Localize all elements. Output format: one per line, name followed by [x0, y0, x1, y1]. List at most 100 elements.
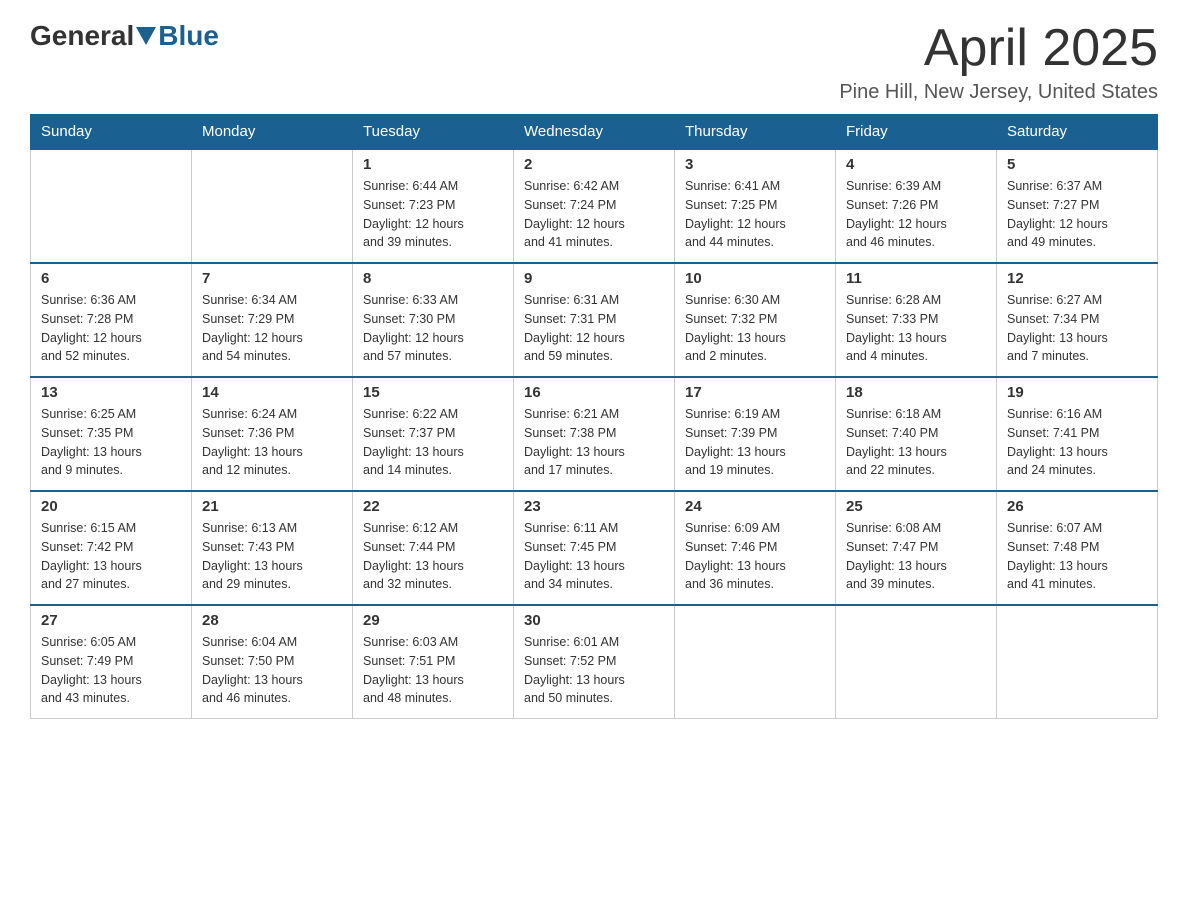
weekday-header-tuesday: Tuesday: [353, 115, 514, 150]
calendar-cell: 28 Sunrise: 6:04 AM Sunset: 7:50 PM Dayli…: [192, 605, 353, 719]
day-number: 30: [524, 612, 664, 629]
day-info: Sunrise: 6:05 AM Sunset: 7:49 PM Dayligh…: [41, 633, 181, 708]
calendar-cell: 17 Sunrise: 6:19 AM Sunset: 7:39 PM Dayli…: [675, 377, 836, 491]
day-info: Sunrise: 6:15 AM Sunset: 7:42 PM Dayligh…: [41, 519, 181, 594]
calendar-cell: 10 Sunrise: 6:30 AM Sunset: 7:32 PM Dayli…: [675, 263, 836, 377]
day-number: 18: [846, 384, 986, 401]
day-number: 2: [524, 156, 664, 173]
calendar-week-row: 20 Sunrise: 6:15 AM Sunset: 7:42 PM Dayli…: [31, 491, 1158, 605]
location-title: Pine Hill, New Jersey, United States: [839, 81, 1158, 104]
day-info: Sunrise: 6:01 AM Sunset: 7:52 PM Dayligh…: [524, 633, 664, 708]
day-info: Sunrise: 6:34 AM Sunset: 7:29 PM Dayligh…: [202, 291, 342, 366]
day-number: 17: [685, 384, 825, 401]
calendar-cell: 12Sunrise: 6:27 AM Sunset: 7:34 PM Dayli…: [997, 263, 1158, 377]
calendar-cell: 24 Sunrise: 6:09 AM Sunset: 7:46 PM Dayli…: [675, 491, 836, 605]
calendar-cell: 16Sunrise: 6:21 AM Sunset: 7:38 PM Dayli…: [514, 377, 675, 491]
day-number: 1: [363, 156, 503, 173]
calendar-cell: 1Sunrise: 6:44 AM Sunset: 7:23 PM Daylig…: [353, 149, 514, 263]
calendar-cell: 30 Sunrise: 6:01 AM Sunset: 7:52 PM Dayli…: [514, 605, 675, 719]
day-number: 12: [1007, 270, 1147, 287]
day-number: 8: [363, 270, 503, 287]
calendar-cell: 23 Sunrise: 6:11 AM Sunset: 7:45 PM Dayli…: [514, 491, 675, 605]
day-info: Sunrise: 6:12 AM Sunset: 7:44 PM Dayligh…: [363, 519, 503, 594]
calendar-cell: [31, 149, 192, 263]
calendar-cell: 14 Sunrise: 6:24 AM Sunset: 7:36 PM Dayli…: [192, 377, 353, 491]
weekday-header-thursday: Thursday: [675, 115, 836, 150]
logo-general-text: General: [30, 20, 134, 52]
day-number: 20: [41, 498, 181, 515]
day-number: 19: [1007, 384, 1147, 401]
calendar-week-row: 6 Sunrise: 6:36 AM Sunset: 7:28 PM Daylig…: [31, 263, 1158, 377]
weekday-header-saturday: Saturday: [997, 115, 1158, 150]
day-number: 9: [524, 270, 664, 287]
day-number: 29: [363, 612, 503, 629]
calendar-cell: 13Sunrise: 6:25 AM Sunset: 7:35 PM Dayli…: [31, 377, 192, 491]
calendar-cell: [192, 149, 353, 263]
calendar-cell: 4 Sunrise: 6:39 AM Sunset: 7:26 PM Daylig…: [836, 149, 997, 263]
day-number: 6: [41, 270, 181, 287]
weekday-header-wednesday: Wednesday: [514, 115, 675, 150]
weekday-header-sunday: Sunday: [31, 115, 192, 150]
calendar-table: SundayMondayTuesdayWednesdayThursdayFrid…: [30, 114, 1158, 719]
day-info: Sunrise: 6:09 AM Sunset: 7:46 PM Dayligh…: [685, 519, 825, 594]
calendar-cell: 3Sunrise: 6:41 AM Sunset: 7:25 PM Daylig…: [675, 149, 836, 263]
day-number: 4: [846, 156, 986, 173]
logo-blue-text: Blue: [158, 20, 219, 52]
day-info: Sunrise: 6:18 AM Sunset: 7:40 PM Dayligh…: [846, 405, 986, 480]
day-number: 7: [202, 270, 342, 287]
calendar-cell: 7 Sunrise: 6:34 AM Sunset: 7:29 PM Daylig…: [192, 263, 353, 377]
day-number: 23: [524, 498, 664, 515]
weekday-header-friday: Friday: [836, 115, 997, 150]
day-number: 15: [363, 384, 503, 401]
calendar-cell: 11 Sunrise: 6:28 AM Sunset: 7:33 PM Dayli…: [836, 263, 997, 377]
weekday-header-monday: Monday: [192, 115, 353, 150]
page-header: General Blue April 2025 Pine Hill, New J…: [30, 20, 1158, 104]
calendar-cell: [997, 605, 1158, 719]
day-info: Sunrise: 6:30 AM Sunset: 7:32 PM Dayligh…: [685, 291, 825, 366]
calendar-week-row: 1Sunrise: 6:44 AM Sunset: 7:23 PM Daylig…: [31, 149, 1158, 263]
day-number: 21: [202, 498, 342, 515]
day-info: Sunrise: 6:19 AM Sunset: 7:39 PM Dayligh…: [685, 405, 825, 480]
day-info: Sunrise: 6:11 AM Sunset: 7:45 PM Dayligh…: [524, 519, 664, 594]
day-info: Sunrise: 6:22 AM Sunset: 7:37 PM Dayligh…: [363, 405, 503, 480]
day-info: Sunrise: 6:08 AM Sunset: 7:47 PM Dayligh…: [846, 519, 986, 594]
day-number: 5: [1007, 156, 1147, 173]
day-number: 28: [202, 612, 342, 629]
calendar-cell: 29Sunrise: 6:03 AM Sunset: 7:51 PM Dayli…: [353, 605, 514, 719]
day-info: Sunrise: 6:25 AM Sunset: 7:35 PM Dayligh…: [41, 405, 181, 480]
day-number: 14: [202, 384, 342, 401]
day-number: 11: [846, 270, 986, 287]
day-info: Sunrise: 6:07 AM Sunset: 7:48 PM Dayligh…: [1007, 519, 1147, 594]
day-info: Sunrise: 6:36 AM Sunset: 7:28 PM Dayligh…: [41, 291, 181, 366]
day-info: Sunrise: 6:33 AM Sunset: 7:30 PM Dayligh…: [363, 291, 503, 366]
calendar-cell: 27Sunrise: 6:05 AM Sunset: 7:49 PM Dayli…: [31, 605, 192, 719]
day-number: 3: [685, 156, 825, 173]
day-info: Sunrise: 6:42 AM Sunset: 7:24 PM Dayligh…: [524, 177, 664, 252]
calendar-cell: 19Sunrise: 6:16 AM Sunset: 7:41 PM Dayli…: [997, 377, 1158, 491]
calendar-week-row: 27Sunrise: 6:05 AM Sunset: 7:49 PM Dayli…: [31, 605, 1158, 719]
day-info: Sunrise: 6:04 AM Sunset: 7:50 PM Dayligh…: [202, 633, 342, 708]
calendar-cell: 15 Sunrise: 6:22 AM Sunset: 7:37 PM Dayli…: [353, 377, 514, 491]
calendar-cell: 26Sunrise: 6:07 AM Sunset: 7:48 PM Dayli…: [997, 491, 1158, 605]
day-number: 10: [685, 270, 825, 287]
day-info: Sunrise: 6:24 AM Sunset: 7:36 PM Dayligh…: [202, 405, 342, 480]
calendar-week-row: 13Sunrise: 6:25 AM Sunset: 7:35 PM Dayli…: [31, 377, 1158, 491]
calendar-cell: 22 Sunrise: 6:12 AM Sunset: 7:44 PM Dayli…: [353, 491, 514, 605]
calendar-cell: 8 Sunrise: 6:33 AM Sunset: 7:30 PM Daylig…: [353, 263, 514, 377]
calendar-cell: 2 Sunrise: 6:42 AM Sunset: 7:24 PM Daylig…: [514, 149, 675, 263]
month-title: April 2025: [839, 20, 1158, 77]
day-info: Sunrise: 6:28 AM Sunset: 7:33 PM Dayligh…: [846, 291, 986, 366]
day-info: Sunrise: 6:39 AM Sunset: 7:26 PM Dayligh…: [846, 177, 986, 252]
calendar-cell: [836, 605, 997, 719]
day-number: 22: [363, 498, 503, 515]
calendar-cell: 20 Sunrise: 6:15 AM Sunset: 7:42 PM Dayli…: [31, 491, 192, 605]
day-info: Sunrise: 6:31 AM Sunset: 7:31 PM Dayligh…: [524, 291, 664, 366]
day-number: 24: [685, 498, 825, 515]
calendar-cell: 9 Sunrise: 6:31 AM Sunset: 7:31 PM Daylig…: [514, 263, 675, 377]
calendar-cell: 5 Sunrise: 6:37 AM Sunset: 7:27 PM Daylig…: [997, 149, 1158, 263]
calendar-cell: 21Sunrise: 6:13 AM Sunset: 7:43 PM Dayli…: [192, 491, 353, 605]
day-info: Sunrise: 6:37 AM Sunset: 7:27 PM Dayligh…: [1007, 177, 1147, 252]
calendar-cell: [675, 605, 836, 719]
calendar-cell: 6 Sunrise: 6:36 AM Sunset: 7:28 PM Daylig…: [31, 263, 192, 377]
day-info: Sunrise: 6:21 AM Sunset: 7:38 PM Dayligh…: [524, 405, 664, 480]
